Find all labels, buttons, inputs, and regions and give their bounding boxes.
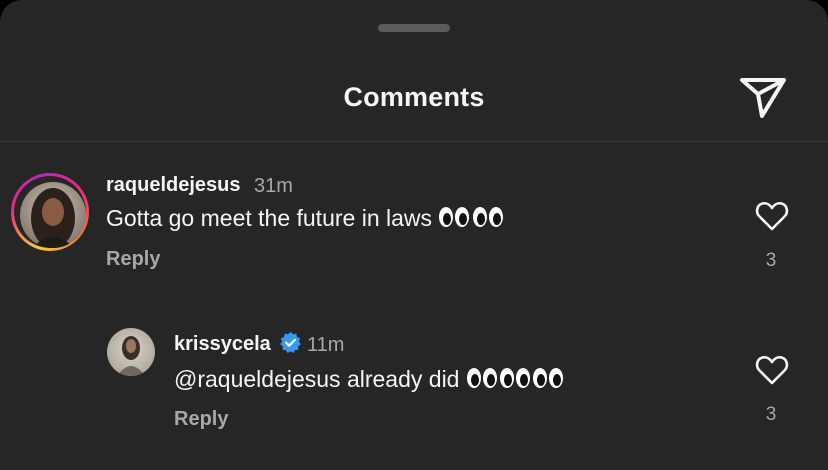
verified-badge-icon — [280, 331, 301, 353]
like-button[interactable] — [755, 200, 789, 232]
avatar-photo — [20, 182, 86, 248]
person-photo-icon — [31, 188, 75, 248]
heart-icon — [755, 355, 789, 385]
comments-sheet: Comments raqueldejesus 31m Gotta go meet — [0, 0, 828, 470]
comment-timestamp: 11m — [307, 334, 345, 356]
paper-plane-icon — [740, 78, 786, 118]
like-count: 3 — [765, 250, 777, 271]
page-title: Comments — [343, 82, 485, 112]
comment-text: @raqueldejesus already did — [174, 366, 564, 396]
person-photo-icon — [117, 336, 145, 376]
comment-username[interactable]: raqueldejesus — [106, 174, 241, 197]
drag-handle[interactable] — [378, 24, 450, 32]
reply-button[interactable]: Reply — [106, 248, 160, 271]
comment-text-body: Gotta go meet the future in laws — [106, 205, 433, 231]
avatar[interactable] — [107, 328, 155, 376]
comment-username[interactable]: krissycela — [174, 333, 271, 356]
like-count: 3 — [765, 404, 777, 425]
reply-button[interactable]: Reply — [174, 408, 228, 431]
share-button[interactable] — [738, 74, 788, 120]
heart-icon — [755, 201, 789, 231]
avatar[interactable] — [11, 173, 89, 251]
comment-timestamp: 31m — [254, 175, 293, 197]
eyes-emoji-icon — [466, 366, 564, 396]
comment-text: Gotta go meet the future in laws — [106, 205, 504, 235]
header-divider — [0, 141, 828, 142]
comment-text-body: @raqueldejesus already did — [174, 366, 460, 392]
like-button[interactable] — [755, 354, 789, 386]
eyes-emoji-icon — [438, 205, 504, 235]
